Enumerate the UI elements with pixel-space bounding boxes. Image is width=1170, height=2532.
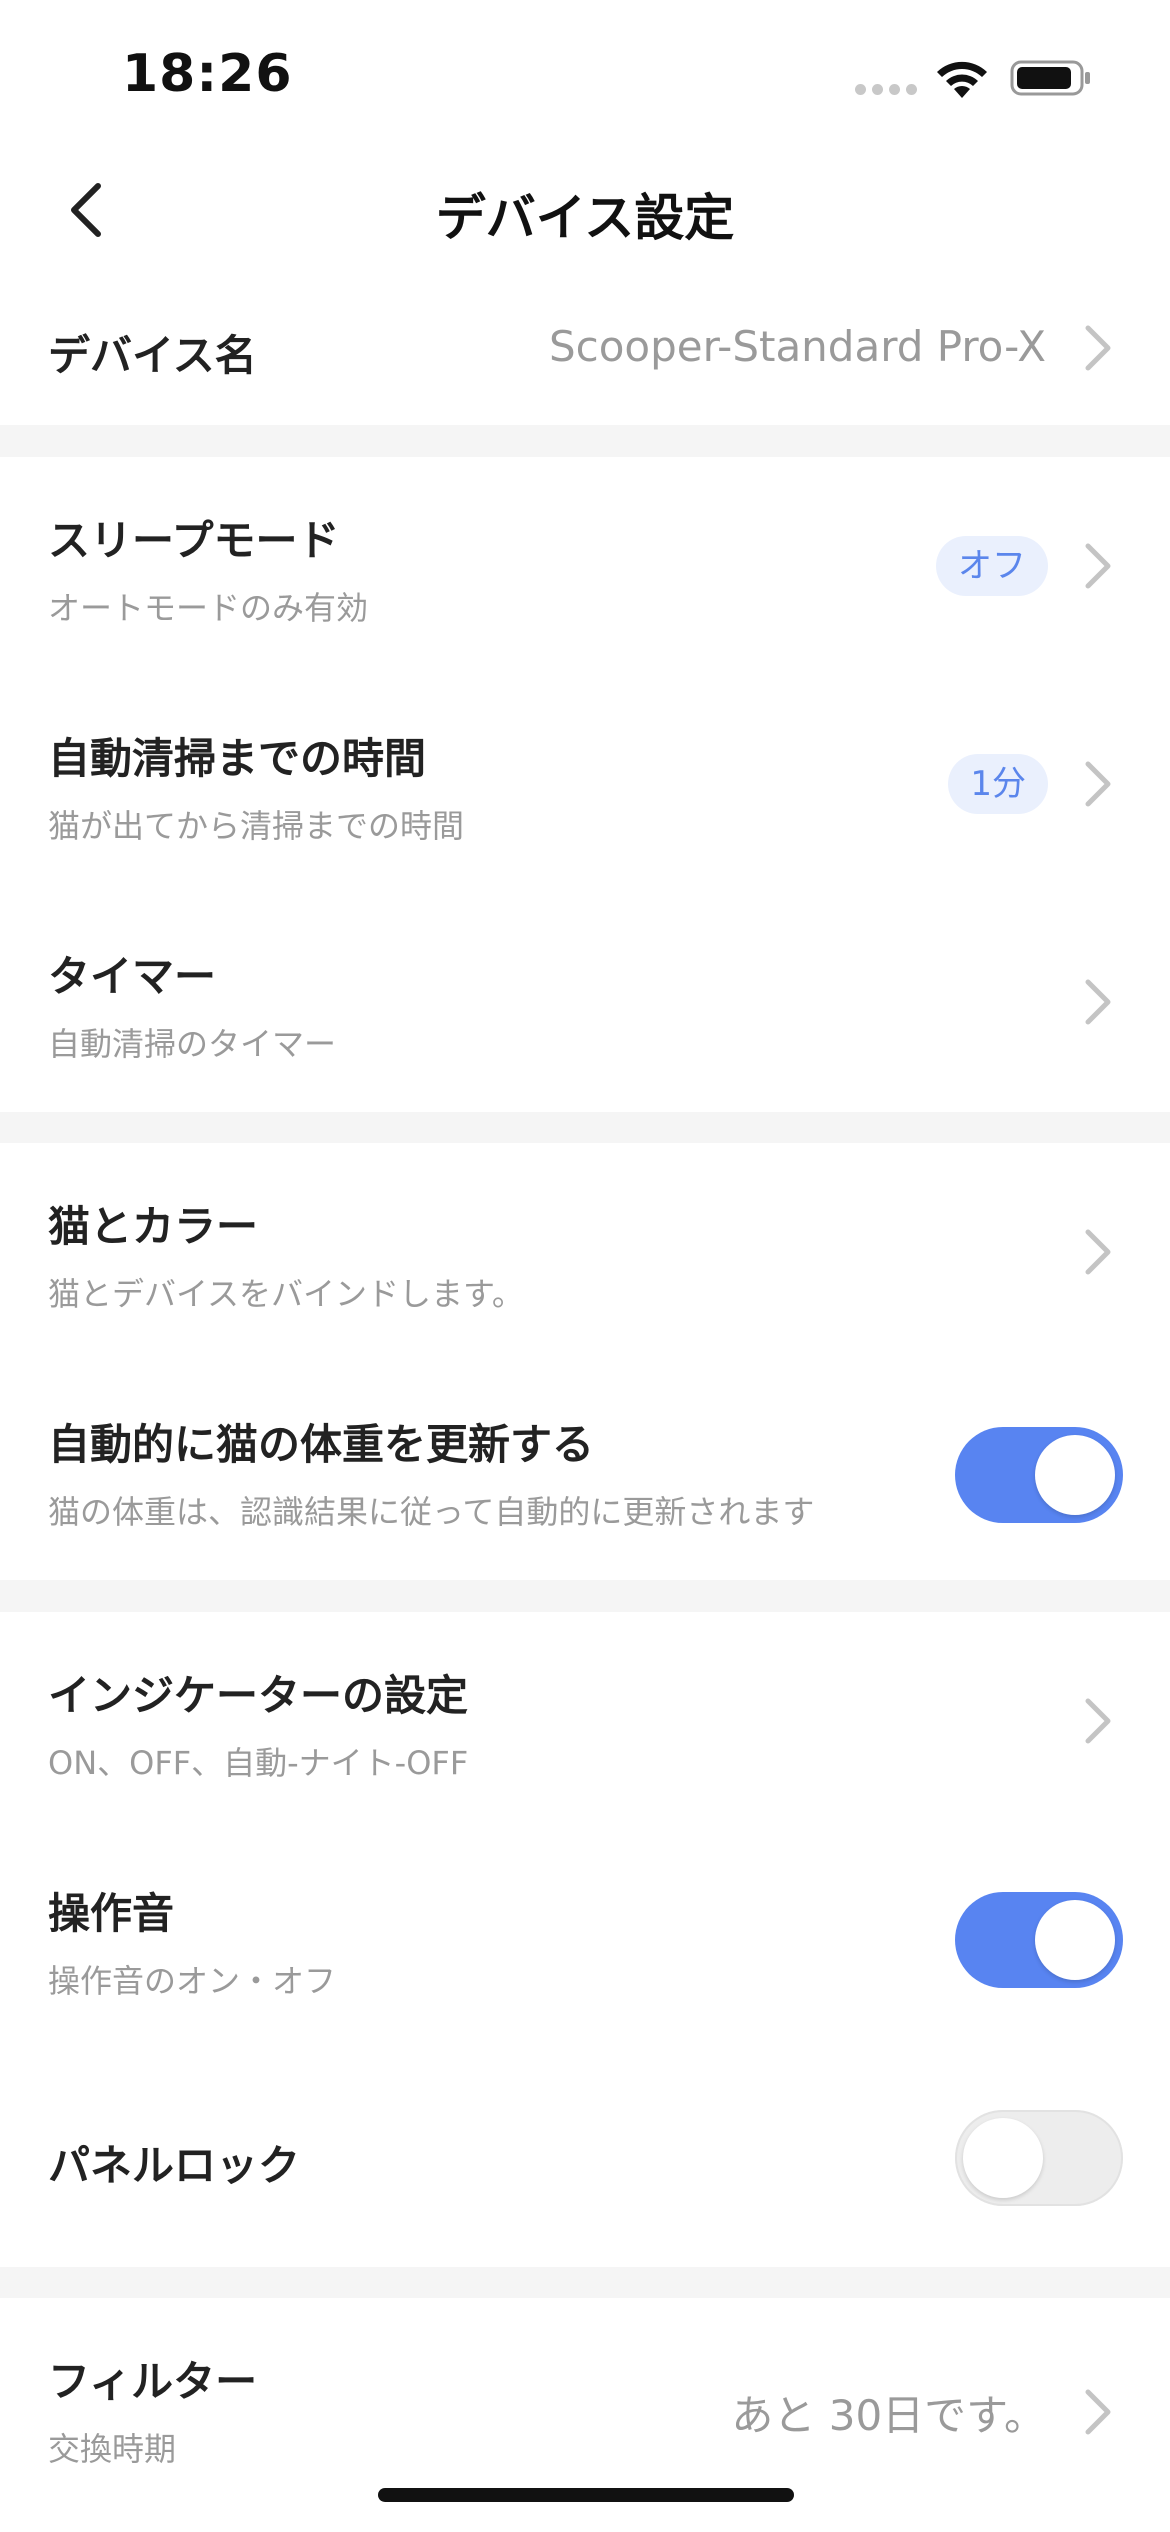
auto-clean-delay-row[interactable]: 自動清掃までの時間 猫が出てから清掃までの時間 1分 (0, 675, 1170, 893)
chevron-right-icon (1085, 761, 1111, 807)
auto-clean-delay-subtitle: 猫が出てから清掃までの時間 (48, 807, 465, 845)
operation-sound-label: 操作音 (48, 1889, 175, 1938)
wifi-icon (937, 61, 987, 98)
home-indicator[interactable] (378, 2488, 794, 2502)
filter-label: フィルター (48, 2357, 258, 2406)
navigation-bar: デバイス設定 (0, 140, 1170, 270)
auto-weight-update-subtitle: 猫の体重は、認識結果に従って自動的に更新されます (48, 1493, 815, 1531)
operation-sound-row: 操作音 操作音のオン・オフ (0, 1830, 1170, 2048)
chevron-right-icon (1085, 1229, 1111, 1275)
device-name-value: Scooper-Standard Pro-X (548, 322, 1046, 371)
sleep-mode-row[interactable]: スリープモード オートモードのみ有効 オフ (0, 457, 1170, 675)
cellular-signal-icon (855, 84, 917, 95)
filter-remaining-value: あと 30日です。 (731, 2391, 1046, 2440)
auto-weight-update-label: 自動的に猫の体重を更新する (48, 1420, 595, 1469)
cat-settings-section: 猫とカラー 猫とデバイスをバインドします。 自動的に猫の体重を更新する 猫の体重… (0, 1143, 1170, 1580)
auto-weight-update-toggle[interactable] (955, 1427, 1123, 1523)
status-bar: 18:26 (0, 0, 1170, 140)
device-controls-section: インジケーターの設定 ON、OFF、自動-ナイト-OFF 操作音 操作音のオン・… (0, 1612, 1170, 2267)
filter-subtitle: 交換時期 (48, 2430, 177, 2468)
timer-subtitle: 自動清掃のタイマー (48, 1025, 337, 1063)
page-title: デバイス設定 (435, 189, 735, 247)
operation-sound-toggle[interactable] (955, 1892, 1123, 1988)
cat-color-row[interactable]: 猫とカラー 猫とデバイスをバインドします。 (0, 1143, 1170, 1361)
operation-sound-subtitle: 操作音のオン・オフ (48, 1962, 337, 2000)
panel-lock-label: パネルロック (48, 2141, 301, 2190)
battery-icon (1010, 60, 1090, 96)
auto-weight-update-row: 自動的に猫の体重を更新する 猫の体重は、認識結果に従って自動的に更新されます (0, 1361, 1170, 1580)
chevron-right-icon (1085, 543, 1111, 589)
toggle-knob (1035, 1900, 1115, 1980)
chevron-right-icon (1085, 1698, 1111, 1744)
indicator-settings-subtitle: ON、OFF、自動-ナイト-OFF (48, 1744, 469, 1782)
timer-label: タイマー (48, 952, 217, 1001)
chevron-right-icon (1085, 325, 1111, 371)
device-name-label: デバイス名 (48, 331, 257, 380)
indicator-settings-row[interactable]: インジケーターの設定 ON、OFF、自動-ナイト-OFF (0, 1612, 1170, 1830)
auto-clean-delay-badge: 1分 (948, 754, 1048, 814)
panel-lock-toggle[interactable] (955, 2110, 1123, 2206)
cleaning-settings-section: スリープモード オートモードのみ有効 オフ 自動清掃までの時間 猫が出てから清掃… (0, 457, 1170, 1112)
cat-color-label: 猫とカラー (48, 1202, 259, 1251)
device-name-row[interactable]: デバイス名 Scooper-Standard Pro-X (0, 270, 1170, 425)
panel-lock-row: パネルロック (0, 2048, 1170, 2267)
device-name-section: デバイス名 Scooper-Standard Pro-X (0, 270, 1170, 425)
chevron-right-icon (1085, 979, 1111, 1025)
status-time: 18:26 (122, 44, 293, 104)
chevron-right-icon (1085, 2389, 1111, 2435)
toggle-knob (963, 2118, 1043, 2198)
auto-clean-delay-label: 自動清掃までの時間 (48, 734, 427, 783)
indicator-settings-label: インジケーターの設定 (48, 1671, 469, 1720)
timer-row[interactable]: タイマー 自動清掃のタイマー (0, 893, 1170, 1112)
sleep-mode-subtitle: オートモードのみ有効 (48, 589, 369, 627)
sleep-mode-label: スリープモード (48, 516, 340, 565)
sleep-mode-status-badge: オフ (936, 536, 1048, 596)
toggle-knob (1035, 1435, 1115, 1515)
cat-color-subtitle: 猫とデバイスをバインドします。 (48, 1275, 524, 1313)
